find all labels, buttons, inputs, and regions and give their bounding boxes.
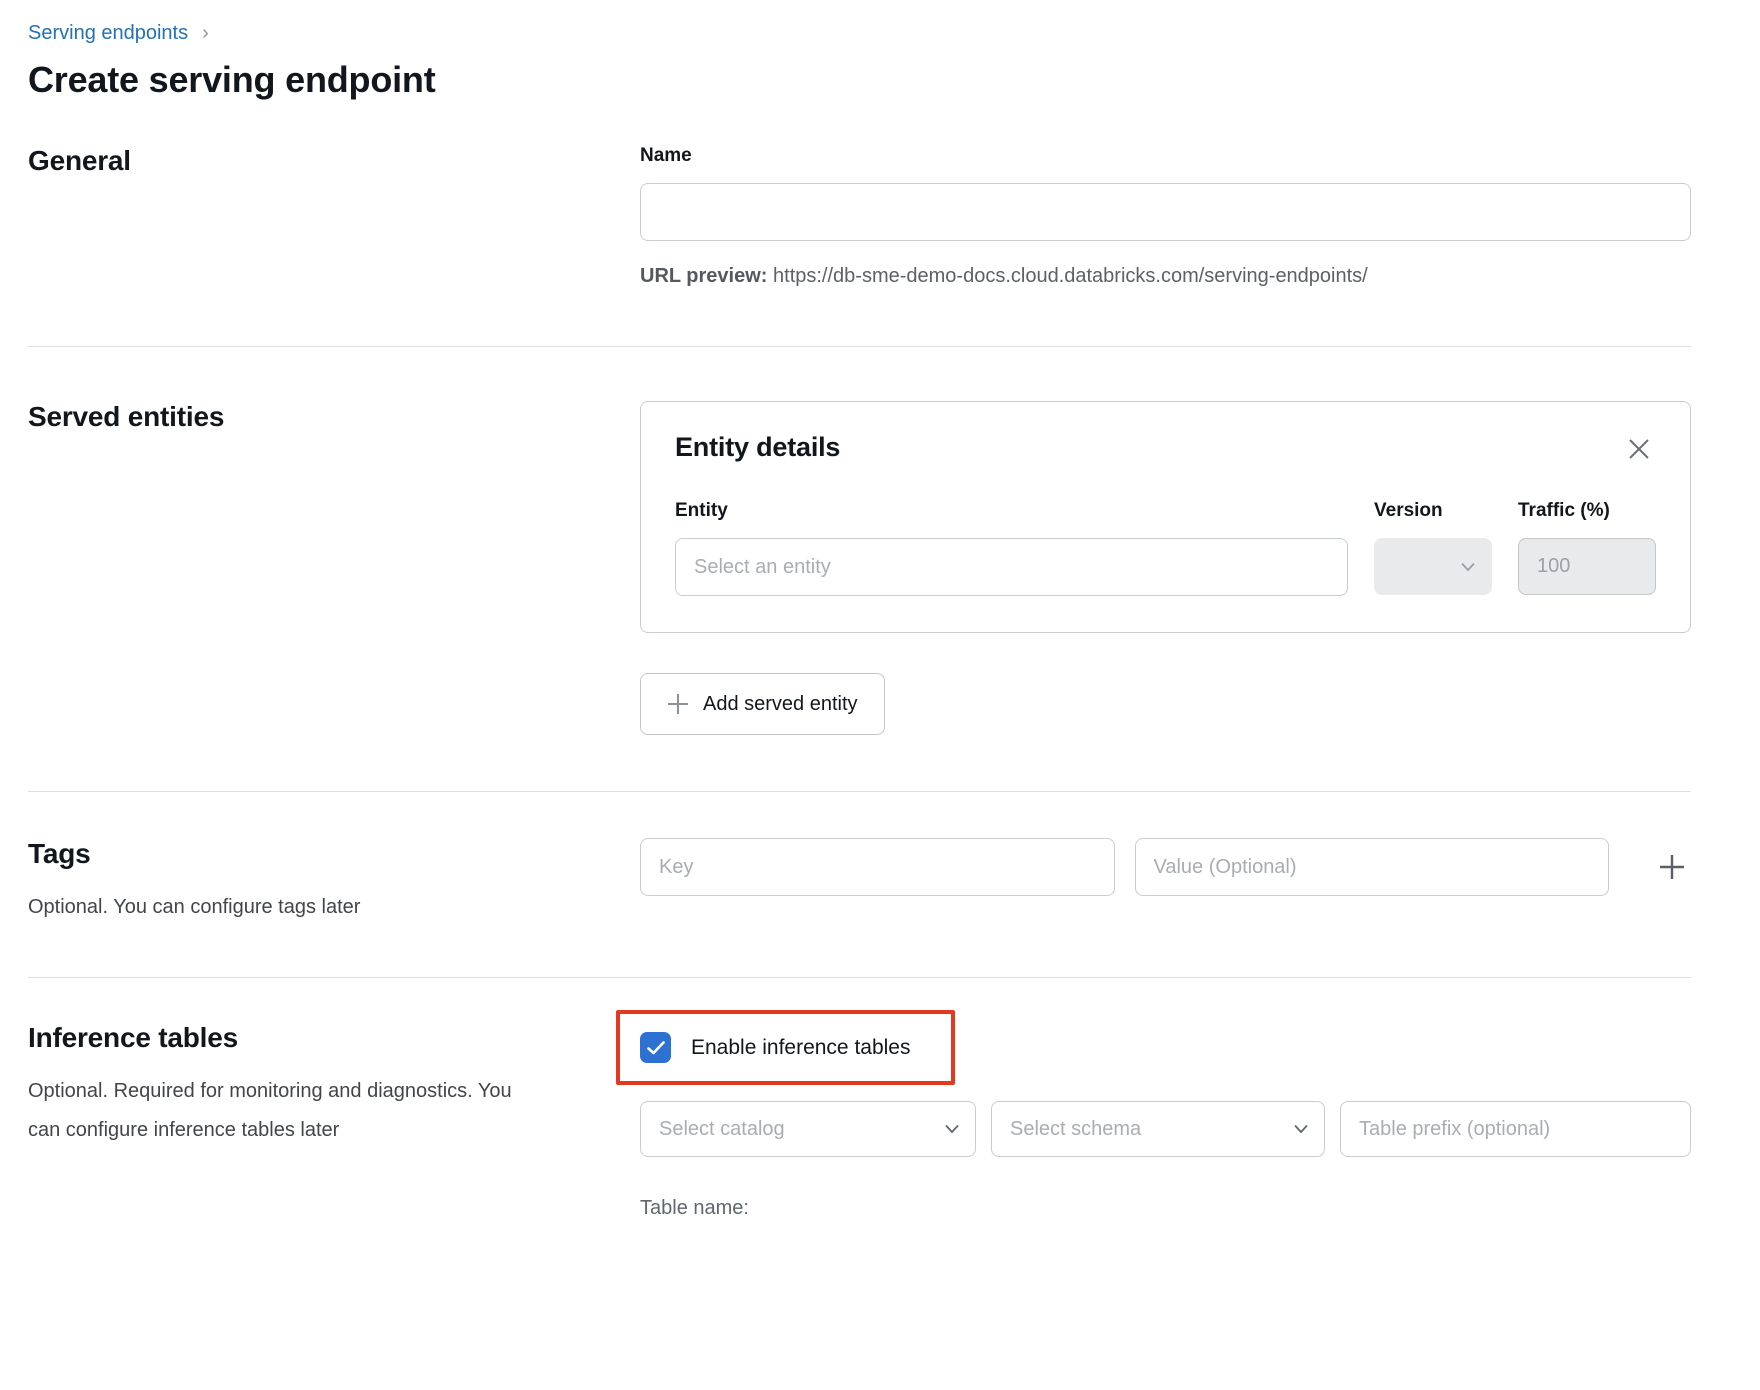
enable-inference-tables-label: Enable inference tables [691,1035,911,1059]
highlight-annotation-box: Enable inference tables [616,1010,955,1085]
create-serving-endpoint-page: Serving endpoints › Create serving endpo… [0,0,1760,1220]
section-divider [28,791,1691,792]
entity-label: Entity [675,500,728,521]
section-divider [28,346,1691,347]
breadcrumb-chevron-icon: › [202,21,209,44]
select-schema-dropdown[interactable]: Select schema [991,1101,1325,1157]
page-title: Create serving endpoint [28,59,436,100]
plus-icon [667,693,689,715]
url-preview-label: URL preview: [640,265,768,287]
served-entities-heading: Served entities [28,401,225,432]
tags-section: Tags Optional. You can configure tags la… [28,838,1691,927]
close-icon[interactable] [1622,432,1656,466]
version-select[interactable] [1374,538,1492,595]
breadcrumb: Serving endpoints › [28,22,1691,45]
select-catalog-dropdown[interactable]: Select catalog [640,1101,976,1157]
chevron-down-icon [1461,562,1475,571]
traffic-label: Traffic (%) [1518,500,1610,521]
served-entities-section: Served entities Entity details Entity Se… [28,401,1691,735]
entity-details-card: Entity details Entity Select an entity V… [640,401,1691,633]
section-divider [28,977,1691,978]
enable-inference-tables-checkbox[interactable] [640,1032,671,1063]
traffic-input[interactable] [1518,538,1656,595]
select-catalog-placeholder: Select catalog [659,1117,785,1140]
general-section: General Name URL preview: https://db-sme… [28,145,1691,288]
add-served-entity-label: Add served entity [703,692,858,715]
inference-tables-subtitle: Optional. Required for monitoring and di… [28,1080,512,1141]
add-served-entity-button[interactable]: Add served entity [640,673,885,735]
inference-tables-section: Inference tables Optional. Required for … [28,1010,1691,1220]
select-schema-placeholder: Select schema [1010,1117,1142,1140]
version-label: Version [1374,500,1443,521]
url-preview-value: https://db-sme-demo-docs.cloud.databrick… [773,265,1368,287]
tag-key-input[interactable] [640,838,1115,896]
name-label: Name [640,145,692,166]
general-heading: General [28,145,131,176]
tags-subtitle: Optional. You can configure tags later [28,896,361,918]
breadcrumb-serving-endpoints-link[interactable]: Serving endpoints [28,22,188,45]
table-name-label: Table name: [640,1197,749,1219]
entity-select-input[interactable] [675,538,1348,596]
tags-heading: Tags [28,838,91,869]
table-prefix-input[interactable] [1340,1101,1691,1157]
tag-value-input[interactable] [1134,838,1609,896]
add-tag-button[interactable] [1653,848,1691,886]
name-input[interactable] [640,183,1691,241]
check-icon [646,1040,665,1054]
url-preview: URL preview: https://db-sme-demo-docs.cl… [640,265,1691,288]
chevron-down-icon [1294,1124,1308,1134]
chevron-down-icon [945,1124,959,1134]
inference-tables-heading: Inference tables [28,1022,238,1053]
entity-details-title: Entity details [675,432,841,462]
